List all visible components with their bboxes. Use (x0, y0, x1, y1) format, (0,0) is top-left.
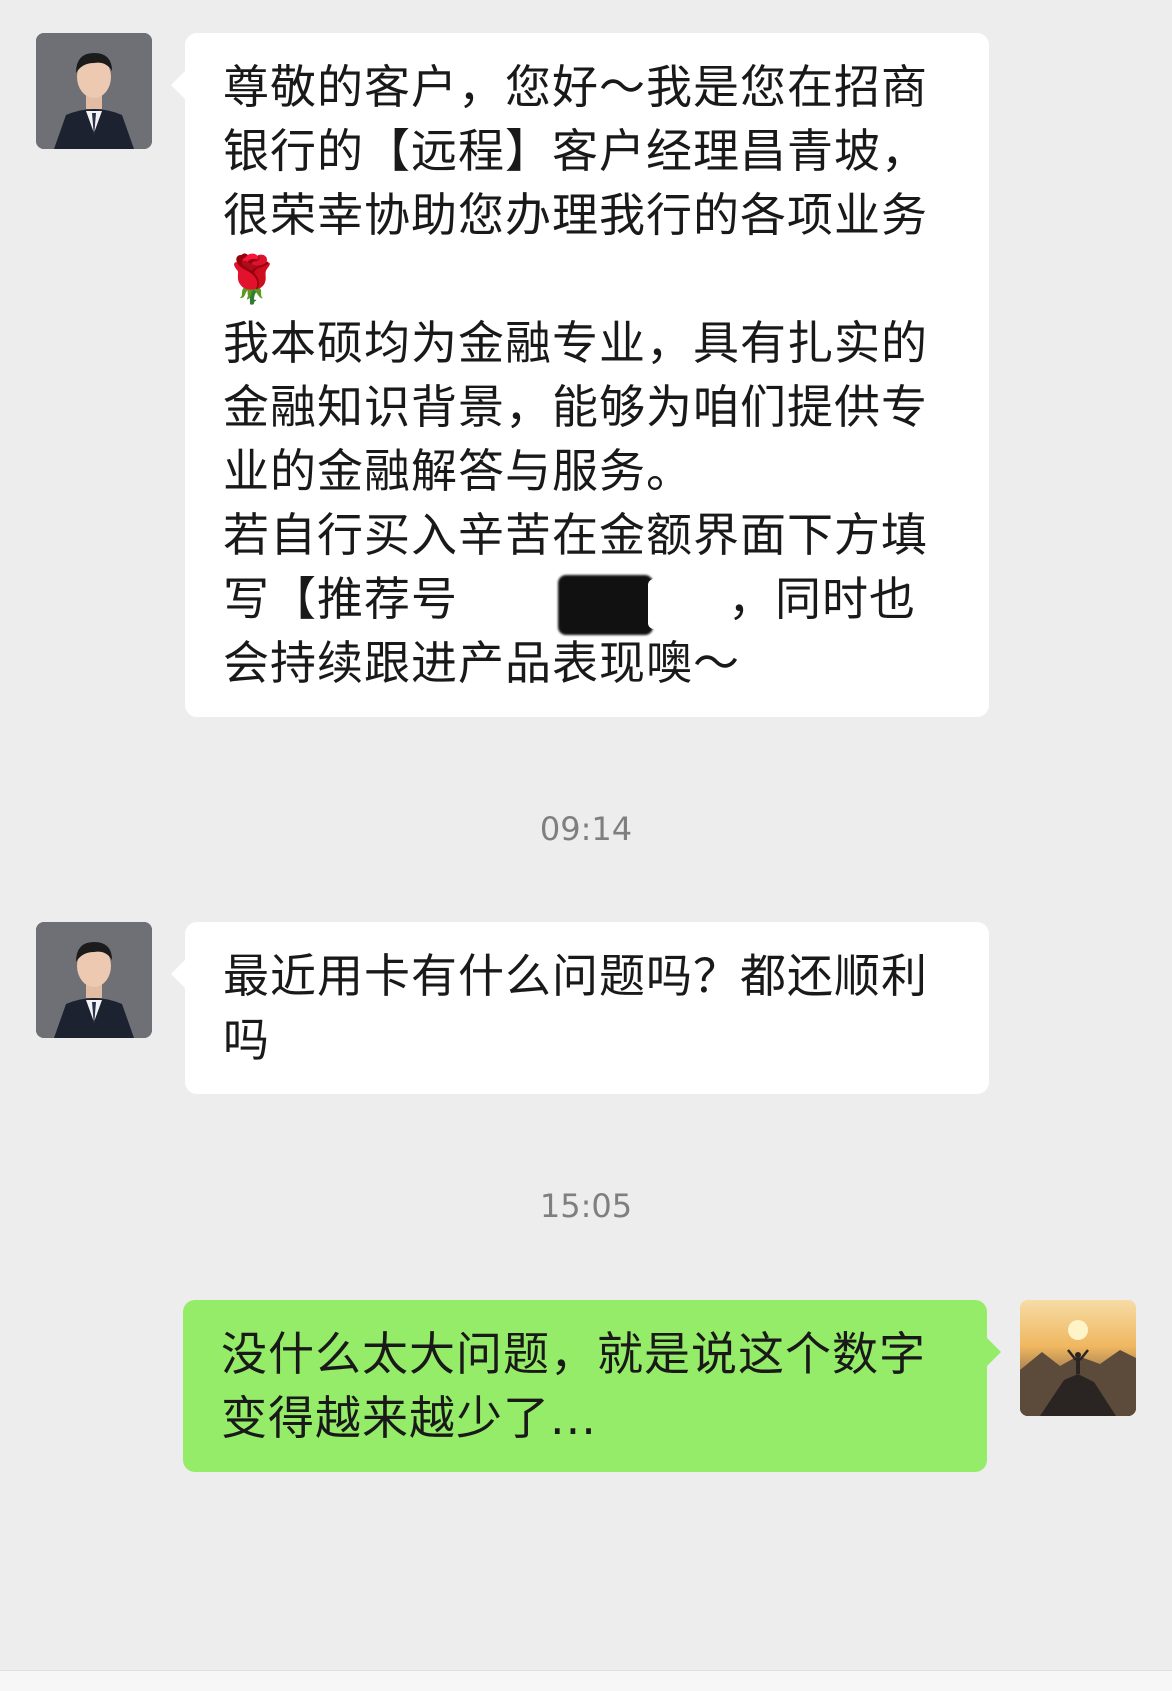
message-line-segment: 写【推荐号 (223, 572, 458, 626)
agent-avatar-image (36, 33, 152, 149)
bottom-bar (0, 1670, 1172, 1691)
chat-area[interactable]: 尊敬的客户，您好～我是您在招商 银行的【远程】客户经理昌青坡， 很荣幸协助您办理… (0, 0, 1172, 1691)
agent-avatar-image (36, 922, 152, 1038)
my-avatar[interactable] (1020, 1300, 1136, 1416)
message-line: 变得越来越少了... (221, 1391, 597, 1445)
message-line: 业的金融解答与服务。 (223, 444, 693, 498)
message-line: 金融知识背景，能够为咱们提供专 (223, 380, 928, 434)
message-line: 写【推荐号 ，同时也 (223, 567, 951, 635)
my-avatar-image (1020, 1300, 1136, 1416)
message-bubble-3[interactable]: 没什么太大问题，就是说这个数字 变得越来越少了... (183, 1300, 1001, 1472)
message-bubble-1[interactable]: 尊敬的客户，您好～我是您在招商 银行的【远程】客户经理昌青坡， 很荣幸协助您办理… (171, 33, 989, 717)
message-line: 会持续跟进产品表现噢～ (223, 636, 740, 690)
message-line-segment: ，同时也 (728, 572, 916, 626)
message-line: 尊敬的客户，您好～我是您在招商 (223, 60, 928, 114)
message-line: 吗 (223, 1013, 270, 1067)
message-line: 若自行买入辛苦在金额界面下方填 (223, 508, 928, 562)
agent-avatar[interactable] (36, 922, 152, 1038)
message-line: 我本硕均为金融专业，具有扎实的 (223, 316, 928, 370)
agent-avatar[interactable] (36, 33, 152, 149)
redacted-referral-number (458, 567, 728, 635)
message-bubble-2[interactable]: 最近用卡有什么问题吗？都还顺利 吗 (171, 922, 989, 1094)
message-line: 很荣幸协助您办理我行的各项业务 (223, 188, 928, 242)
rose-emoji-icon: 🌹 (223, 252, 282, 306)
timestamp: 09:14 (539, 810, 633, 848)
message-line: 最近用卡有什么问题吗？都还顺利 (223, 949, 928, 1003)
message-line: 没什么太大问题，就是说这个数字 (221, 1327, 926, 1381)
message-line: 银行的【远程】客户经理昌青坡， (223, 124, 928, 178)
timestamp: 15:05 (539, 1187, 633, 1225)
